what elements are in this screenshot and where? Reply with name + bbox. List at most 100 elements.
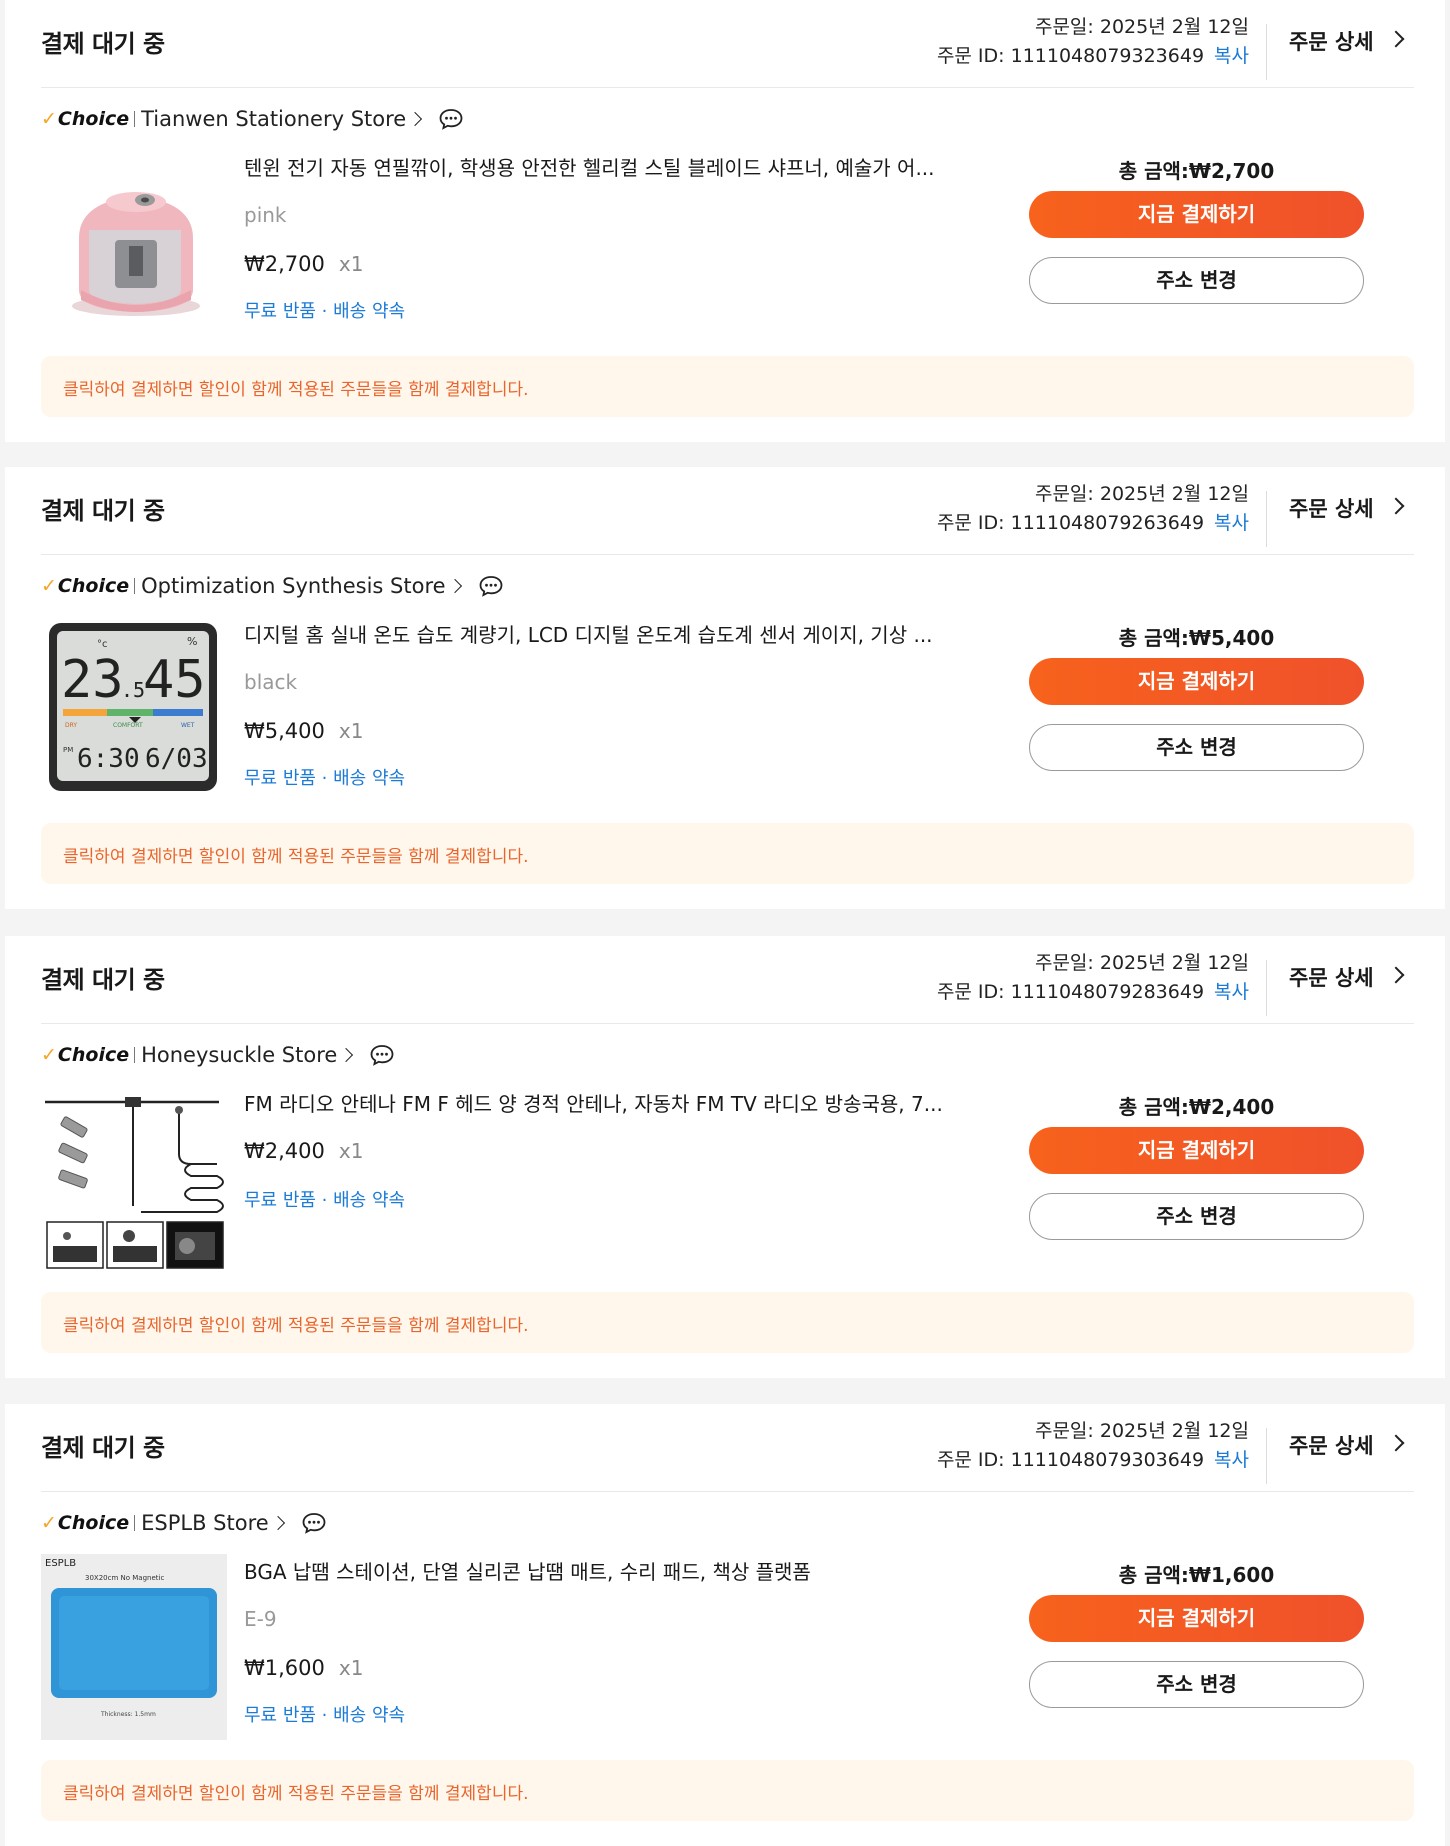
product-title-link[interactable]: FM 라디오 안테나 FM F 헤드 양 경적 안테나, 자동차 FM TV 라… [244,1088,954,1117]
order-date: 주문일: 2025년 2월 12일 [1034,952,1249,974]
order-id: 주문 ID: 1111048079303649 [936,1449,1205,1471]
chat-bubble-icon[interactable] [438,107,464,131]
order-card: 결제 대기 중 주문일: 2025년 2월 12일 주문 ID: 1111048… [5,467,1445,909]
pay-now-button[interactable]: 지금 결제하기 [1029,1127,1364,1174]
product-variant: black [244,670,298,694]
combined-payment-notice: 클릭하여 결제하면 할인이 함께 적용된 주문들을 함께 결제합니다. [41,823,1414,884]
store-row: ✓ Choice Honeysuckle Store [41,1040,395,1070]
logo-separator [134,111,136,127]
store-name-link[interactable]: ESPLB Store [141,1511,269,1535]
mat-size-label: 30X20cm No Magnetic [85,1574,164,1582]
order-meta: 주문일: 2025년 2월 12일 주문 ID: 111104807932364… [937,13,1249,71]
header-divider [1266,1428,1267,1484]
price-line: ₩2,400 x1 [244,1139,363,1163]
copy-order-id-button[interactable]: 복사 [1214,512,1249,534]
comfort-dry-label: DRY [65,722,77,729]
chat-bubble-icon[interactable] [478,574,504,598]
pay-now-button[interactable]: 지금 결제하기 [1029,1595,1364,1642]
checkmark-icon: ✓ [41,575,57,597]
product-variant: E-9 [244,1607,277,1631]
product-image[interactable] [41,1086,227,1272]
order-id-line: 주문 ID: 1111048079283649 복사 [937,978,1249,1007]
order-id-line: 주문 ID: 1111048079303649 복사 [937,1446,1249,1475]
order-status: 결제 대기 중 [41,966,165,994]
change-address-button[interactable]: 주소 변경 [1029,724,1364,771]
chat-bubble-icon[interactable] [369,1043,395,1067]
change-address-button[interactable]: 주소 변경 [1029,1193,1364,1240]
order-id-line: 주문 ID: 1111048079263649 복사 [937,509,1249,538]
quantity: x1 [338,1139,364,1163]
choice-logo: ✓ Choice [41,108,129,130]
order-status: 결제 대기 중 [41,1434,165,1462]
header-divider [1266,24,1267,80]
choice-label: Choice [57,1044,130,1066]
humidity-unit-label: % [187,635,197,648]
order-total: 총 금액:₩2,700 [1118,159,1275,183]
combined-payment-notice: 클릭하여 결제하면 할인이 함께 적용된 주문들을 함께 결제합니다. [41,356,1414,417]
quantity: x1 [338,719,364,743]
order-card: 결제 대기 중 주문일: 2025년 2월 12일 주문 ID: 1111048… [5,936,1445,1378]
order-detail-label: 주문 상세 [1289,497,1374,521]
combined-payment-notice: 클릭하여 결제하면 할인이 함께 적용된 주문들을 함께 결제합니다. [41,1292,1414,1353]
copy-order-id-button[interactable]: 복사 [1214,45,1249,67]
order-card: 결제 대기 중 주문일: 2025년 2월 12일 주문 ID: 1111048… [5,1404,1445,1846]
price-line: ₩2,700 x1 [244,252,363,276]
order-total: 총 금액:₩5,400 [1118,626,1275,650]
chevron-right-icon [339,1047,354,1063]
pay-now-button[interactable]: 지금 결제하기 [1029,658,1364,705]
clock-readout: 6:30 [77,744,140,774]
unit-price: ₩2,700 [244,252,325,276]
product-title-link[interactable]: 텐윈 전기 자동 연필깎이, 학생용 안전한 헬리컬 스틸 블레이드 샤프너, … [244,152,954,181]
notice-text: 클릭하여 결제하면 할인이 함께 적용된 주문들을 함께 결제합니다. [63,1316,529,1336]
product-image[interactable]: °c % 23 .5 45 DRY COMFORT WET PM 6:30 6/… [41,617,227,803]
product-title-link[interactable]: BGA 납땜 스테이션, 단열 실리콘 납땜 매트, 수리 패드, 책상 플랫폼 [244,1556,954,1585]
choice-label: Choice [57,1512,130,1534]
logo-separator [134,578,136,594]
order-detail-link[interactable]: 주문 상세 [1289,491,1414,527]
store-name-link[interactable]: Honeysuckle Store [141,1043,337,1067]
price-line: ₩5,400 x1 [244,719,363,743]
product-title-link[interactable]: 디지털 홈 실내 온도 습도 계량기, LCD 디지털 온도계 습도계 센서 게… [244,619,954,648]
pay-now-button[interactable]: 지금 결제하기 [1029,191,1364,238]
checkmark-icon: ✓ [41,1512,57,1534]
order-detail-link[interactable]: 주문 상세 [1289,960,1414,996]
mat-brand-label: ESPLB [45,1558,76,1569]
date-readout: 6/03 [145,744,208,774]
product-variant: pink [244,203,287,227]
order-header: 결제 대기 중 주문일: 2025년 2월 12일 주문 ID: 1111048… [41,936,1414,1024]
order-detail-link[interactable]: 주문 상세 [1289,24,1414,60]
order-id-line: 주문 ID: 1111048079323649 복사 [937,42,1249,71]
order-date: 주문일: 2025년 2월 12일 [1034,483,1249,505]
order-meta: 주문일: 2025년 2월 12일 주문 ID: 111104807930364… [937,1417,1249,1475]
order-status: 결제 대기 중 [41,30,165,58]
unit-price: ₩1,600 [244,1656,325,1680]
pm-indicator: PM [63,746,73,754]
temperature-readout: 23 [61,650,124,710]
store-row: ✓ Choice ESPLB Store [41,1508,327,1538]
humidity-readout: 45 [143,650,206,710]
checkmark-icon: ✓ [41,1044,57,1066]
chevron-right-icon [447,578,462,594]
change-address-button[interactable]: 주소 변경 [1029,257,1364,304]
header-divider [1266,960,1267,1016]
chat-bubble-icon[interactable] [301,1511,327,1535]
change-address-button[interactable]: 주소 변경 [1029,1661,1364,1708]
copy-order-id-button[interactable]: 복사 [1214,1449,1249,1471]
order-meta: 주문일: 2025년 2월 12일 주문 ID: 111104807926364… [937,480,1249,538]
digital-thermometer-hygrometer-image: °c % 23 .5 45 DRY COMFORT WET PM 6:30 6/… [41,617,227,803]
order-header: 결제 대기 중 주문일: 2025년 2월 12일 주문 ID: 1111048… [41,1404,1414,1492]
order-detail-link[interactable]: 주문 상세 [1289,1428,1414,1464]
order-id: 주문 ID: 1111048079323649 [936,45,1205,67]
product-image[interactable] [41,150,227,336]
product-image[interactable]: ESPLB 30X20cm No Magnetic Thickness: 1.5… [41,1554,227,1740]
choice-label: Choice [57,108,130,130]
benefit-tags: 무료 반품 · 배송 약속 [244,1190,406,1211]
store-name-link[interactable]: Optimization Synthesis Store [141,574,445,598]
choice-logo: ✓ Choice [41,1044,129,1066]
order-header: 결제 대기 중 주문일: 2025년 2월 12일 주문 ID: 1111048… [41,0,1414,88]
mat-thickness-label: Thickness: 1.5mm [100,1711,156,1718]
store-row: ✓ Choice Tianwen Stationery Store [41,104,464,134]
order-meta: 주문일: 2025년 2월 12일 주문 ID: 111104807928364… [937,949,1249,1007]
copy-order-id-button[interactable]: 복사 [1214,981,1249,1003]
store-name-link[interactable]: Tianwen Stationery Store [141,107,406,131]
